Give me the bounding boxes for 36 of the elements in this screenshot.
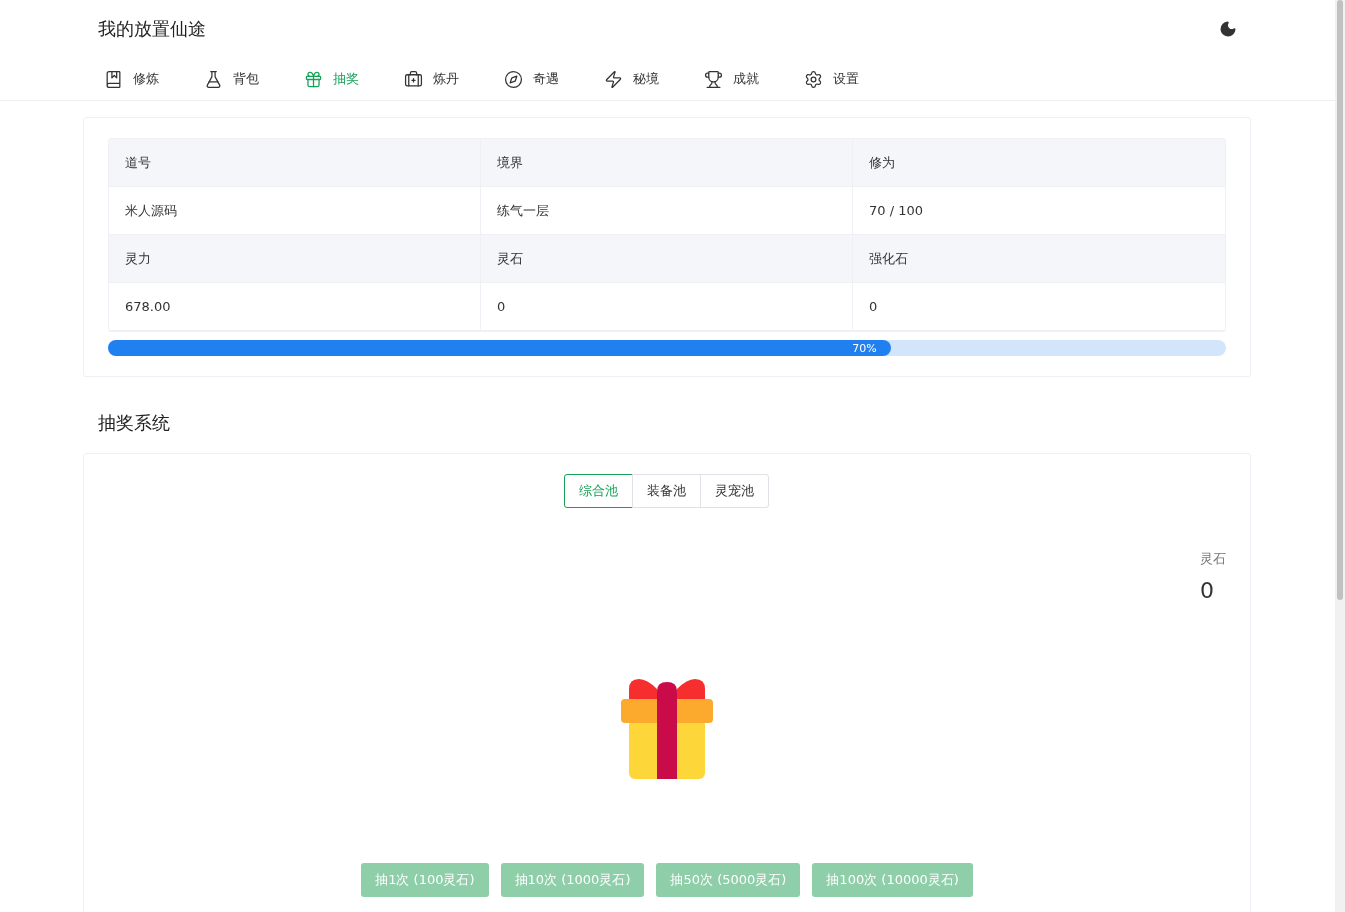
- table-cell: 0: [481, 283, 853, 331]
- pool-tab[interactable]: 灵宠池: [700, 474, 769, 508]
- compass-icon: [504, 69, 523, 89]
- lightning-icon: [604, 69, 623, 89]
- app-title: 我的放置仙途: [98, 17, 206, 41]
- section-title: 抽奖系统: [98, 411, 171, 435]
- medical-case-icon: [404, 69, 423, 89]
- balance-value: 0: [1200, 578, 1214, 603]
- book-icon: [104, 69, 123, 89]
- nav-tab[interactable]: 炼丹: [404, 69, 504, 89]
- nav-tab[interactable]: 成就: [704, 69, 804, 89]
- nav-tab[interactable]: 秘境: [604, 69, 704, 89]
- pool-tab[interactable]: 装备池: [632, 474, 701, 508]
- table-cell: 678.00: [109, 283, 481, 331]
- nav-tab[interactable]: 修炼: [104, 69, 204, 89]
- table-header-cell: 灵力: [109, 235, 481, 283]
- table-header-cell: 灵石: [481, 235, 853, 283]
- table-cell: 米人源码: [109, 187, 481, 235]
- table-header-cell: 境界: [481, 139, 853, 187]
- flask-icon: [204, 69, 223, 89]
- pool-tab[interactable]: 综合池: [564, 474, 633, 508]
- progress-label: 70%: [852, 341, 878, 355]
- settings-icon: [804, 69, 823, 89]
- trophy-icon: [704, 69, 723, 89]
- gift-box-icon: [621, 679, 713, 779]
- table-header-cell: 强化石: [853, 235, 1225, 283]
- nav-tab[interactable]: 设置: [804, 69, 904, 89]
- dark-mode-icon[interactable]: [1219, 20, 1237, 38]
- table-cell: 练气一层: [481, 187, 853, 235]
- nav-tab[interactable]: 背包: [204, 69, 304, 89]
- table-header-cell: 修为: [853, 139, 1225, 187]
- nav-tab[interactable]: 奇遇: [504, 69, 604, 89]
- table-header-cell: 道号: [109, 139, 481, 187]
- gift-icon: [304, 69, 323, 89]
- balance-label: 灵石: [1200, 550, 1226, 568]
- nav-tab[interactable]: 抽奖: [304, 69, 404, 89]
